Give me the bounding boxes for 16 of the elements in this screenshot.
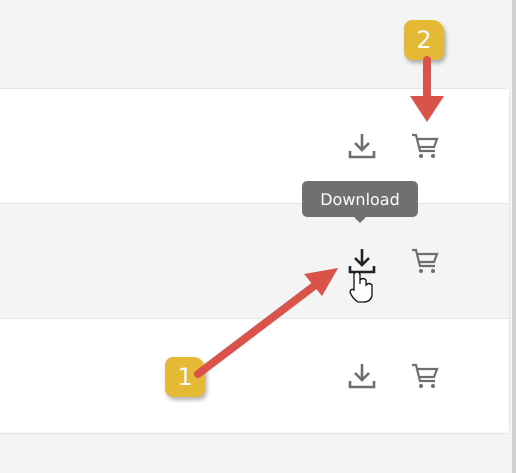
- download-icon: [347, 361, 377, 391]
- hand-cursor-icon: [349, 271, 373, 303]
- arrow: [410, 56, 444, 122]
- download-icon: [347, 246, 377, 276]
- cart-button[interactable]: [411, 247, 439, 275]
- list-row[interactable]: [0, 204, 509, 319]
- list-row[interactable]: [0, 89, 509, 204]
- cart-button[interactable]: [411, 132, 439, 160]
- step-badge: 1: [165, 357, 205, 397]
- step-badge: 2: [404, 20, 444, 60]
- cart-icon: [411, 247, 439, 275]
- cart-icon: [411, 362, 439, 390]
- cart-button[interactable]: [411, 362, 439, 390]
- download-button[interactable]: [347, 246, 377, 276]
- download-icon: [347, 131, 377, 161]
- cart-icon: [411, 132, 439, 160]
